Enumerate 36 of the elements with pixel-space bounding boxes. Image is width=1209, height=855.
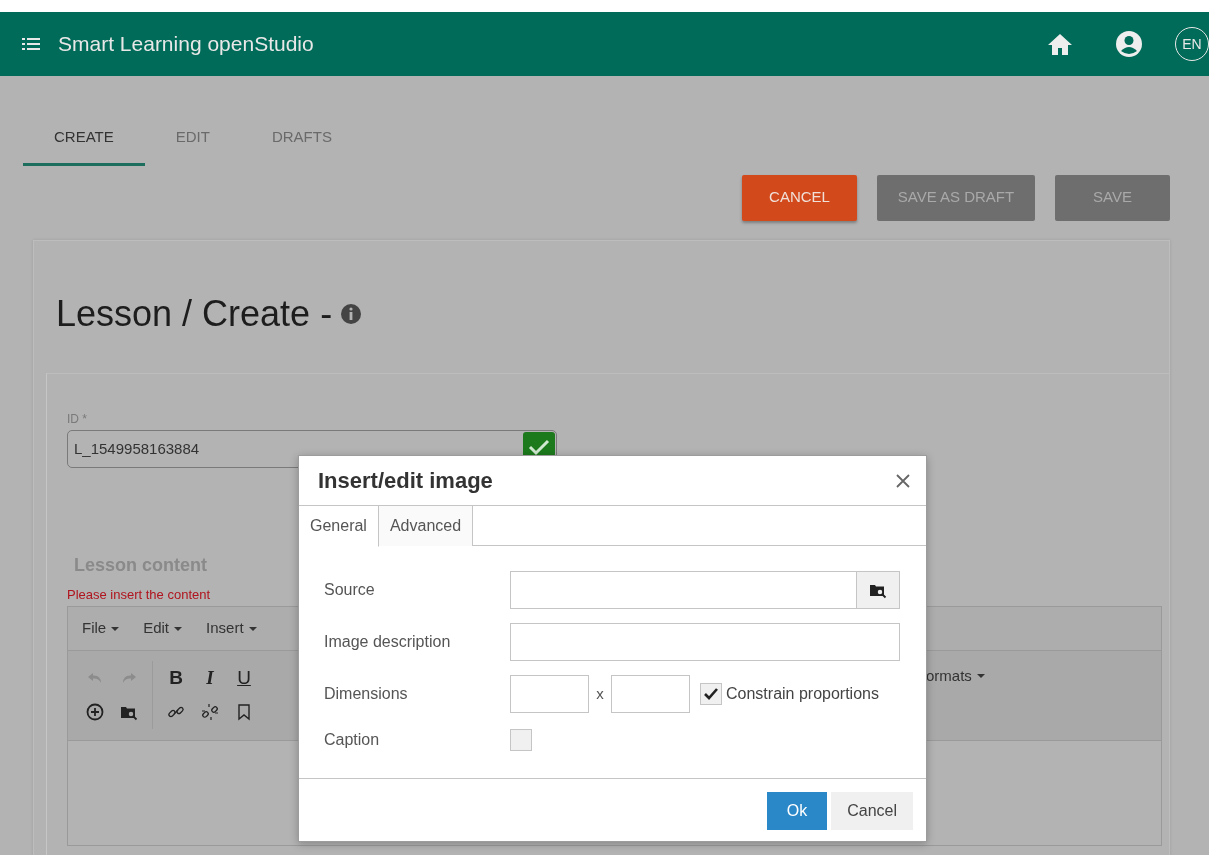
tab[interactable]: CREATE [23,118,145,166]
bold-button[interactable]: B [159,663,193,693]
ok-button[interactable]: Ok [766,791,828,830]
tab[interactable]: Advanced [378,506,474,546]
field-label: Dimensions [324,684,409,704]
cancel-button[interactable]: Cancel [831,791,913,830]
width-field[interactable] [510,675,589,713]
source-field[interactable] [509,571,857,609]
folder-search-icon[interactable] [857,571,900,609]
info-icon[interactable] [340,302,363,325]
checkbox[interactable] [510,729,532,751]
checkmark-icon [703,687,719,701]
app-title: Smart Learning openStudio [58,31,314,58]
close-button[interactable] [894,471,912,490]
error-message: Please insert the content [67,585,211,604]
description-field[interactable] [509,623,900,661]
menu-item[interactable]: File [82,617,120,640]
checkbox-label: Constrain proportions [726,684,879,704]
dimension-separator: x [595,683,605,704]
home-icon[interactable] [1047,32,1073,56]
height-field[interactable] [611,675,690,713]
underline-button[interactable]: U [227,663,261,693]
field-label: Source [324,580,376,600]
field-label: Image description [324,632,452,652]
menu-icon[interactable] [22,37,40,51]
action-button[interactable]: CANCEL [742,174,857,221]
menu-item[interactable]: Edit [143,617,183,640]
field-label: ID * [67,410,88,428]
field-label: Caption [324,730,381,750]
account-icon[interactable] [1115,30,1143,58]
menu-item[interactable]: Insert [206,617,257,640]
checkbox[interactable] [700,683,722,705]
dialog-title: Insert/edit image [318,467,493,495]
tab[interactable]: General [299,506,379,547]
page-title: Lesson / Create - [56,291,333,336]
italic-button[interactable]: I [193,663,227,693]
